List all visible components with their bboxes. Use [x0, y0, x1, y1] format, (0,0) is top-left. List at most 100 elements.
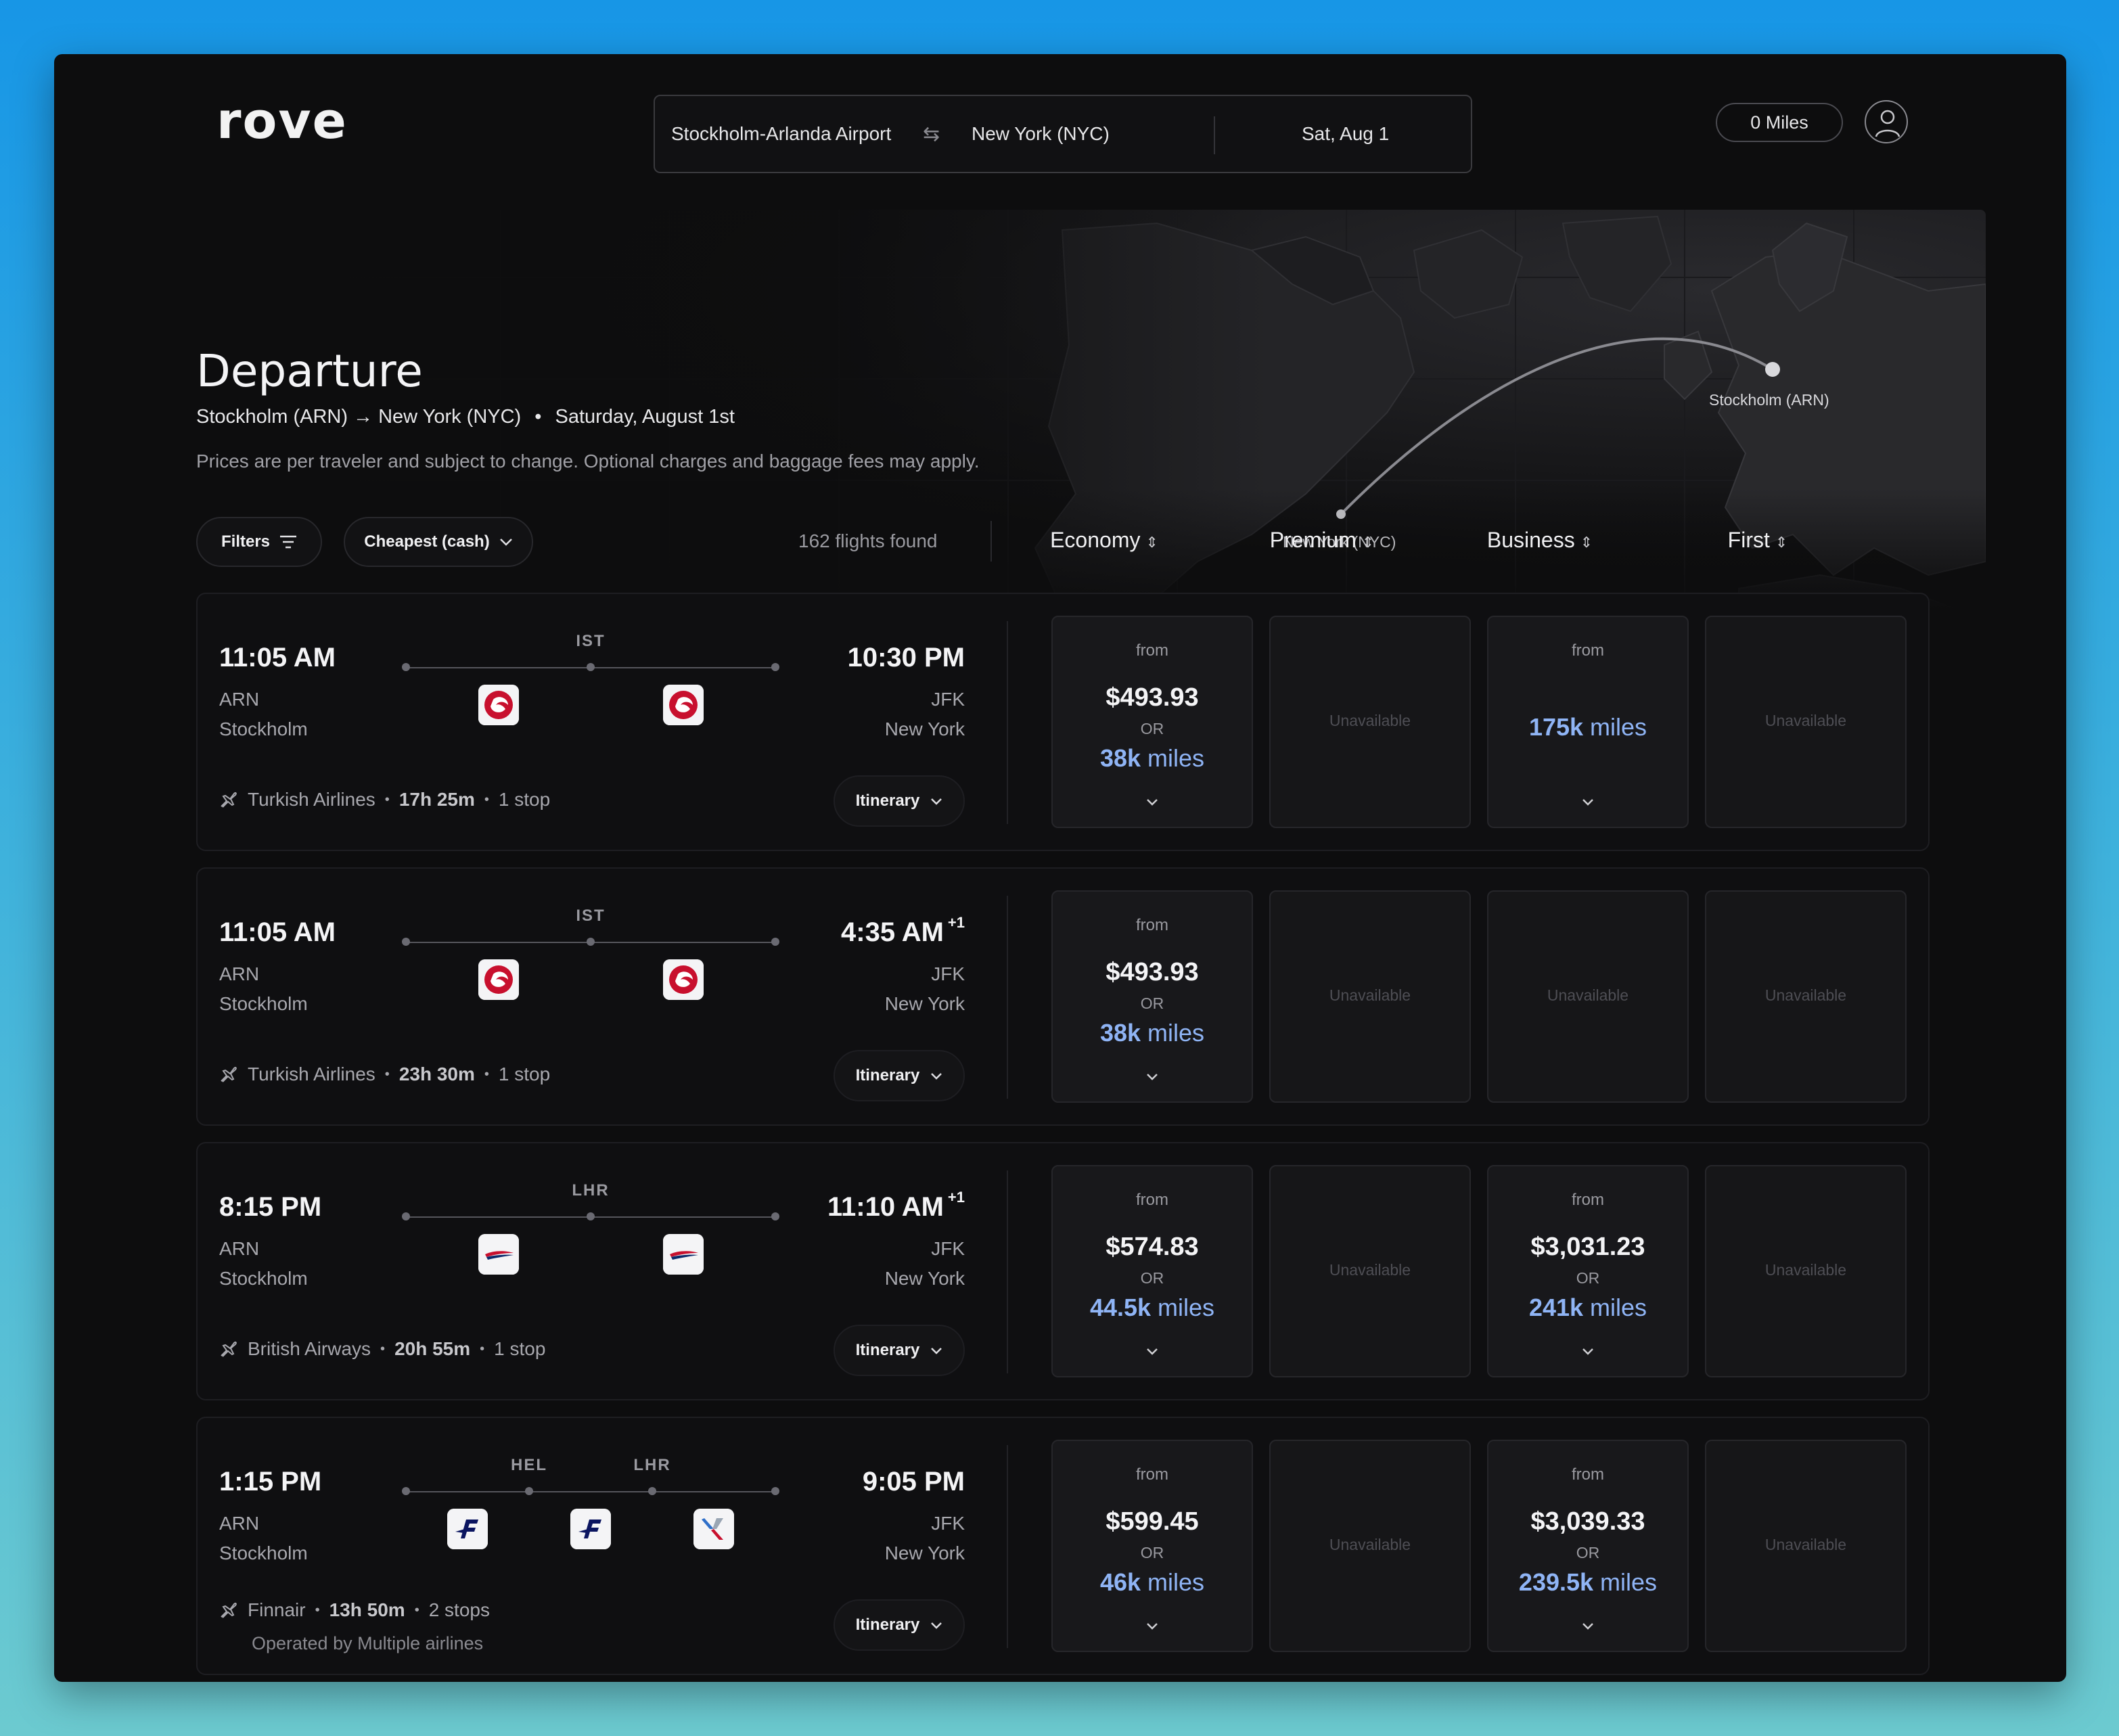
from-label: from	[1572, 641, 1604, 660]
fare-option[interactable]: from $3,039.33 OR 239.5k miles	[1487, 1440, 1689, 1652]
swap-icon[interactable]: ⇆	[923, 122, 940, 146]
expand-fare-button[interactable]	[1488, 1344, 1687, 1359]
flight-card[interactable]: 11:05 AM ARN Stockholm 10:30 PM JFK New York I…	[196, 593, 1930, 851]
filters-button[interactable]: Filters	[196, 517, 322, 567]
arrival-time: 10:30 PM	[848, 643, 965, 673]
sort-business-header[interactable]: Business ⇕	[1438, 528, 1641, 553]
route-dot	[402, 663, 410, 671]
date-field[interactable]: Sat, Aug 1	[1302, 123, 1389, 145]
flight-card[interactable]: 1:15 PM ARN Stockholm 9:05 PM JFK New York HEL…	[196, 1417, 1930, 1675]
route-dot	[587, 1212, 595, 1220]
arrival-time: 11:10 AM +1	[827, 1189, 965, 1223]
stopover-code: LHR	[572, 1181, 610, 1200]
destination-field[interactable]: New York (NYC)	[972, 123, 1110, 145]
or-label: OR	[1576, 1544, 1600, 1561]
sort-dropdown[interactable]: Cheapest (cash)	[344, 517, 533, 567]
route-bullet: •	[534, 406, 542, 428]
miles-value: 241k	[1528, 1294, 1584, 1321]
expand-fare-button[interactable]	[1053, 794, 1252, 810]
user-avatar-button[interactable]	[1865, 100, 1908, 143]
miles-price: 38k miles	[1053, 744, 1252, 773]
fare-option[interactable]: from $574.83 OR 44.5k miles	[1051, 1165, 1253, 1377]
origin-field[interactable]: Stockholm-Arlanda Airport	[671, 123, 891, 145]
fare-option[interactable]: from $493.93 OR 38k miles	[1051, 616, 1253, 828]
cash-price: $493.93	[1106, 958, 1199, 986]
separator-dot: •	[484, 1066, 489, 1082]
cash-price: $599.45	[1106, 1507, 1199, 1536]
unavailable-label: Unavailable	[1329, 986, 1411, 1004]
itinerary-button[interactable]: Itinerary	[834, 1050, 965, 1101]
fare-option[interactable]: from $3,031.23 OR 241k miles	[1487, 1165, 1689, 1377]
flight-search-bar[interactable]: Stockholm-Arlanda Airport ⇆ New York (NY…	[654, 95, 1472, 173]
sort-economy-header[interactable]: Economy ⇕	[1003, 528, 1206, 553]
rove-logo[interactable]: rove	[217, 92, 348, 150]
miles-balance-button[interactable]: 0 Miles	[1716, 103, 1843, 142]
arrival-airport-code: JFK	[931, 1513, 965, 1534]
cash-price: $3,031.23	[1530, 1233, 1645, 1261]
route-dot	[587, 938, 595, 946]
premium-label: Premium	[1269, 528, 1357, 552]
itinerary-button[interactable]: Itinerary	[834, 1325, 965, 1376]
expand-fare-button[interactable]	[1053, 1069, 1252, 1084]
arrival-airport-code: JFK	[931, 963, 965, 984]
stopover-code: LHR	[633, 1456, 671, 1474]
chevron-down-icon	[1582, 799, 1593, 806]
expand-fare-button[interactable]	[1053, 1618, 1252, 1634]
route-dot	[525, 1487, 533, 1495]
airline-name: Finnair	[248, 1599, 306, 1620]
fare-unavailable: Unavailable	[1705, 616, 1907, 828]
itinerary-button[interactable]: Itinerary	[834, 775, 965, 827]
arrival-airport-code: JFK	[931, 1238, 965, 1259]
departure-city: Stockholm	[219, 993, 308, 1014]
departure-city: Stockholm	[219, 718, 308, 739]
or-label: OR	[1140, 1544, 1164, 1561]
fare-unavailable: Unavailable	[1269, 616, 1471, 828]
flight-meta: British Airways • 20h 55m • 1 stop	[219, 1338, 545, 1360]
filter-icon	[280, 535, 297, 549]
departure-city: Stockholm	[219, 1268, 308, 1289]
expand-fare-button[interactable]	[1488, 794, 1687, 810]
departure-time: 11:05 AM	[219, 643, 336, 672]
fare-option[interactable]: from $599.45 OR 46k miles	[1051, 1440, 1253, 1652]
price-disclaimer: Prices are per traveler and subject to c…	[196, 451, 980, 472]
unavailable-label: Unavailable	[1764, 712, 1847, 729]
expand-fare-button[interactable]	[1053, 1344, 1252, 1359]
from-label: from	[1136, 916, 1168, 934]
separator-dot: •	[380, 1341, 386, 1356]
arrival-time-text: 10:30 PM	[847, 643, 965, 672]
british-airline-logo	[478, 1234, 519, 1275]
british-airline-logo	[662, 1234, 704, 1275]
sort-label: Cheapest (cash)	[364, 532, 490, 551]
app-window: rove Stockholm-Arlanda Airport ⇆ New Yor…	[54, 54, 2066, 1682]
turkish-airline-logo	[662, 685, 704, 725]
miles-price: 46k miles	[1053, 1568, 1252, 1597]
fare-option[interactable]: from 175k miles	[1487, 616, 1689, 828]
route-dot	[771, 1212, 779, 1220]
cash-price: $493.93	[1106, 683, 1199, 712]
or-label: OR	[1140, 1269, 1164, 1287]
expand-fare-button[interactable]	[1488, 1618, 1687, 1634]
miles-suffix: miles	[1590, 713, 1647, 741]
itinerary-label: Itinerary	[855, 1341, 920, 1359]
sort-first-header[interactable]: First ⇕	[1656, 528, 1859, 553]
miles-value: 38k	[1099, 744, 1141, 772]
flight-card[interactable]: 8:15 PM ARN Stockholm 11:10 AM +1 JFK New York…	[196, 1142, 1930, 1400]
stop-count: 1 stop	[498, 789, 551, 810]
flight-card[interactable]: 11:05 AM ARN Stockholm 4:35 AM +1 JFK New York…	[196, 867, 1930, 1126]
itinerary-button[interactable]: Itinerary	[834, 1599, 965, 1651]
sort-premium-header[interactable]: Premium ⇕	[1221, 528, 1423, 553]
fare-unavailable: Unavailable	[1705, 890, 1907, 1103]
miles-suffix: miles	[1158, 1294, 1215, 1321]
sort-icon: ⇕	[1145, 534, 1158, 551]
stop-count: 1 stop	[494, 1338, 546, 1359]
card-divider	[1007, 896, 1008, 1099]
sort-icon: ⇕	[1361, 534, 1375, 551]
fare-option[interactable]: from $493.93 OR 38k miles	[1051, 890, 1253, 1103]
fare-unavailable: Unavailable	[1705, 1165, 1907, 1377]
sort-icon: ⇕	[1775, 534, 1788, 551]
miles-price: 241k miles	[1488, 1294, 1687, 1322]
unavailable-label: Unavailable	[1547, 986, 1629, 1004]
separator-dot: •	[384, 1066, 390, 1082]
airline-name: British Airways	[248, 1338, 371, 1359]
stopover-code: IST	[576, 907, 606, 925]
